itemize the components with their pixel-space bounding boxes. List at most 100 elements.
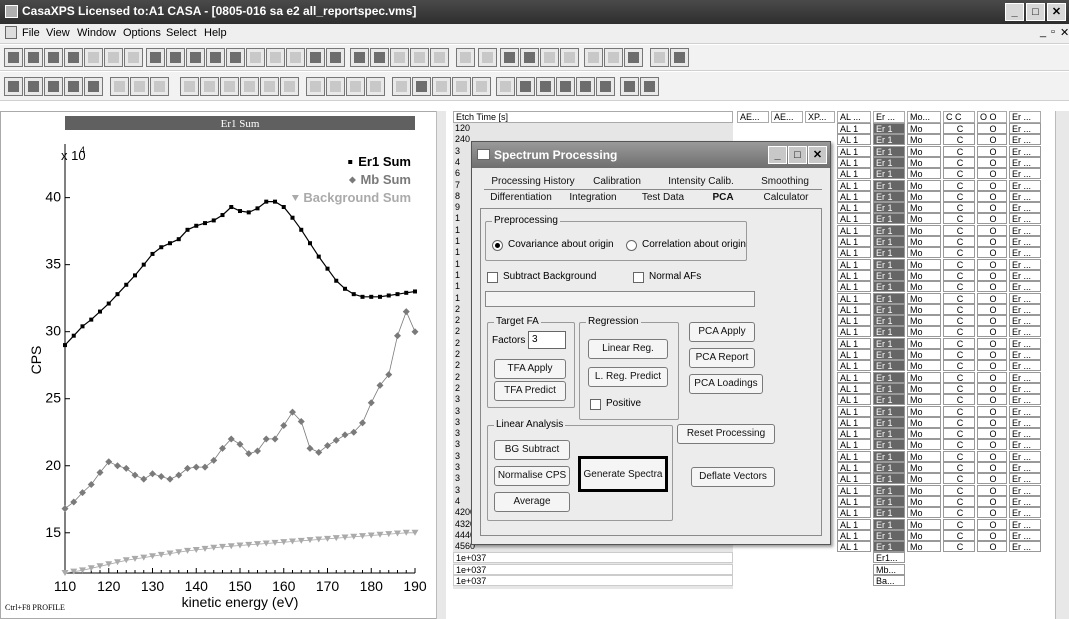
o-cell[interactable]: O bbox=[977, 462, 1007, 473]
toolbar-icon-11[interactable] bbox=[206, 48, 225, 67]
tab-intensity-calib[interactable]: Intensity Calib. bbox=[656, 176, 746, 187]
er-cell[interactable]: Er 1 bbox=[873, 156, 905, 168]
mo-cell[interactable]: Mo bbox=[907, 337, 941, 349]
er-cell[interactable]: Er 1 bbox=[873, 224, 905, 236]
al-cell[interactable]: AL 1 bbox=[837, 168, 871, 180]
c-cell[interactable]: C bbox=[943, 315, 975, 327]
tab-processing-history[interactable]: Processing History bbox=[488, 176, 578, 187]
toolbar-icon-12[interactable] bbox=[226, 48, 245, 67]
processing-toolbar-icon-17[interactable] bbox=[346, 77, 365, 96]
er2-cell[interactable]: Er ... bbox=[1009, 303, 1041, 315]
tab-differentiation[interactable]: Differentiation bbox=[486, 192, 556, 203]
er2-cell[interactable]: Er ... bbox=[1009, 156, 1041, 168]
er-cell[interactable]: Er 1 bbox=[873, 462, 905, 473]
er2-cell[interactable]: Er ... bbox=[1009, 258, 1041, 270]
c-cell[interactable]: C bbox=[943, 168, 975, 180]
c-cell[interactable]: C bbox=[943, 360, 975, 372]
toolbar-icon-23[interactable] bbox=[456, 48, 475, 67]
o-cell[interactable]: O bbox=[977, 202, 1007, 214]
er-cell[interactable]: Er 1 bbox=[873, 213, 905, 225]
c-cell[interactable]: C bbox=[943, 269, 975, 281]
er-cell[interactable]: Er 1 bbox=[873, 145, 905, 157]
menu-options[interactable]: Options bbox=[123, 27, 161, 39]
o-cell[interactable]: O bbox=[977, 292, 1007, 304]
o-cell[interactable]: O bbox=[977, 394, 1007, 406]
al-cell[interactable]: AL 1 bbox=[837, 394, 871, 406]
processing-toolbar-icon-25[interactable] bbox=[516, 77, 535, 96]
mo-cell[interactable]: Mo bbox=[907, 507, 941, 519]
processing-toolbar-icon-21[interactable] bbox=[432, 77, 451, 96]
o-cell[interactable]: O bbox=[977, 134, 1007, 146]
mo-cell[interactable]: Mo bbox=[907, 416, 941, 428]
o-cell[interactable]: O bbox=[977, 145, 1007, 157]
generate-spectra-button[interactable]: Generate Spectra bbox=[578, 456, 668, 492]
etch-time-cell[interactable]: 1e+037 bbox=[453, 575, 733, 586]
al-cell[interactable]: AL 1 bbox=[837, 416, 871, 428]
er2-cell[interactable]: Er ... bbox=[1009, 450, 1041, 462]
al-cell[interactable]: AL 1 bbox=[837, 473, 871, 485]
table-scrollbar[interactable] bbox=[1055, 111, 1069, 619]
o-cell[interactable]: O bbox=[977, 315, 1007, 327]
document-icon[interactable] bbox=[5, 26, 17, 39]
o-cell[interactable]: O bbox=[977, 269, 1007, 281]
mo-cell[interactable]: Mo bbox=[907, 303, 941, 315]
al-cell[interactable]: AL 1 bbox=[837, 145, 871, 157]
er-cell[interactable]: Er 1 bbox=[873, 405, 905, 417]
al-cell[interactable]: AL 1 bbox=[837, 450, 871, 462]
al-cell[interactable]: AL 1 bbox=[837, 495, 871, 507]
er-cell[interactable]: Er 1 bbox=[873, 495, 905, 507]
c-cell[interactable]: C bbox=[943, 326, 975, 338]
bg-subtract-button[interactable]: BG Subtract bbox=[494, 440, 570, 460]
o-cell[interactable]: O bbox=[977, 518, 1007, 530]
o-cell[interactable]: O bbox=[977, 236, 1007, 247]
er2-cell[interactable]: Er ... bbox=[1009, 236, 1041, 247]
mo-cell[interactable]: Mo bbox=[907, 428, 941, 440]
er-cell[interactable]: Er 1 bbox=[873, 349, 905, 360]
mo-cell[interactable]: Mo bbox=[907, 484, 941, 496]
o-cell[interactable]: O bbox=[977, 168, 1007, 180]
processing-toolbar-icon-5[interactable] bbox=[84, 77, 103, 96]
c-cell[interactable]: C bbox=[943, 281, 975, 293]
er-cell[interactable]: Er 1 bbox=[873, 473, 905, 485]
mo-cell[interactable]: Mo bbox=[907, 495, 941, 507]
al-cell[interactable]: AL 1 bbox=[837, 439, 871, 451]
er2-cell[interactable]: Er ... bbox=[1009, 462, 1041, 473]
er2-cell[interactable]: Er ... bbox=[1009, 371, 1041, 383]
table-header-cell[interactable]: Er ... bbox=[873, 111, 905, 123]
er2-cell[interactable]: Er ... bbox=[1009, 394, 1041, 406]
toolbar-icon-29[interactable] bbox=[584, 48, 603, 67]
o-cell[interactable]: O bbox=[977, 416, 1007, 428]
er2-cell[interactable]: Er ... bbox=[1009, 190, 1041, 202]
er2-cell[interactable]: Er ... bbox=[1009, 416, 1041, 428]
pca-loadings-button[interactable]: PCA Loadings bbox=[689, 374, 763, 394]
er-cell[interactable]: Er 1 bbox=[873, 281, 905, 293]
toolbar-icon-1[interactable] bbox=[4, 48, 23, 67]
toolbar-icon-32[interactable] bbox=[650, 48, 669, 67]
c-cell[interactable]: C bbox=[943, 349, 975, 360]
table-header-cell[interactable]: C C bbox=[943, 111, 975, 123]
c-cell[interactable]: C bbox=[943, 405, 975, 417]
processing-toolbar-icon-4[interactable] bbox=[64, 77, 83, 96]
dialog-close-icon[interactable]: ✕ bbox=[808, 146, 827, 164]
er2-cell[interactable]: Er ... bbox=[1009, 123, 1041, 134]
al-cell[interactable]: AL 1 bbox=[837, 156, 871, 168]
al-cell[interactable]: AL 1 bbox=[837, 529, 871, 541]
er-cell[interactable]: Er 1 bbox=[873, 439, 905, 451]
tab-pca[interactable]: PCA bbox=[698, 192, 748, 203]
er2-cell[interactable]: Er ... bbox=[1009, 269, 1041, 281]
toolbar-icon-31[interactable] bbox=[624, 48, 643, 67]
menu-select[interactable]: Select bbox=[166, 27, 197, 39]
mdi-minimize-icon[interactable]: _ bbox=[1040, 26, 1046, 38]
mo-cell[interactable]: Mo bbox=[907, 168, 941, 180]
mo-cell[interactable]: Mo bbox=[907, 326, 941, 338]
er-cell[interactable]: Er 1 bbox=[873, 484, 905, 496]
mo-cell[interactable]: Mo bbox=[907, 349, 941, 360]
toolbar-icon-16[interactable] bbox=[306, 48, 325, 67]
toolbar-icon-7[interactable] bbox=[124, 48, 143, 67]
etch-time-cell[interactable]: 1e+037 bbox=[453, 563, 733, 575]
al-cell[interactable]: AL 1 bbox=[837, 360, 871, 372]
positive-checkbox[interactable] bbox=[590, 399, 601, 410]
al-cell[interactable]: AL 1 bbox=[837, 428, 871, 440]
mo-cell[interactable]: Mo bbox=[907, 281, 941, 293]
er2-cell[interactable]: Er ... bbox=[1009, 507, 1041, 519]
